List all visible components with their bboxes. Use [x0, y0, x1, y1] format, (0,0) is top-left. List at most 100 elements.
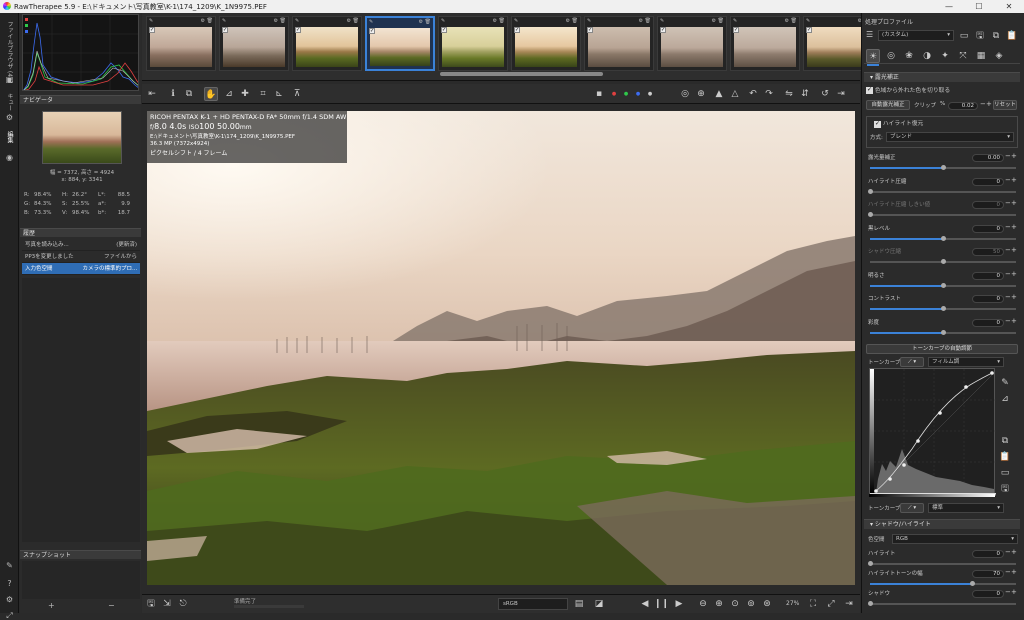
- filmstrip-scrollbar[interactable]: [440, 72, 603, 76]
- shadows-highlights-header[interactable]: ▾ シャドウ/ハイライト: [864, 519, 1020, 529]
- checkbox-checked-icon[interactable]: ✓: [514, 27, 520, 33]
- output-profile-select[interactable]: sRGB: [498, 598, 568, 610]
- info-icon[interactable]: ℹ: [166, 87, 180, 101]
- checkbox-checked-icon[interactable]: ✓: [369, 28, 375, 34]
- clip-plus[interactable]: +: [986, 100, 992, 108]
- toggle-right-panel-bottom-icon[interactable]: ⇥: [842, 597, 856, 611]
- tab-editor[interactable]: 編集: [5, 131, 14, 143]
- minimize-button[interactable]: —: [934, 0, 964, 13]
- zoom-100-icon[interactable]: ⊙: [728, 597, 742, 611]
- filmstrip-thumbnail[interactable]: ✎ ⚙ 🗑 ✓: [219, 16, 289, 71]
- decrement-button[interactable]: −: [1005, 246, 1011, 254]
- slider-handle[interactable]: [868, 561, 873, 566]
- slider-track[interactable]: [870, 581, 1016, 586]
- transform-tab-icon[interactable]: ⤧: [956, 49, 970, 63]
- checkbox-checked-icon[interactable]: ✓: [441, 27, 447, 33]
- rotate-left-icon[interactable]: ↶: [746, 87, 760, 101]
- curve-paste-icon[interactable]: 📋: [998, 450, 1012, 464]
- history-row[interactable]: PP3を変更しました ファイルから: [22, 251, 140, 263]
- profile-select[interactable]: (カスタム) ▾: [878, 30, 954, 41]
- history-row[interactable]: 写真を読み込み... (更新済): [22, 239, 140, 251]
- filmstrip-thumbnail[interactable]: ✎ ⚙ 🗑 ✓: [657, 16, 727, 71]
- filmstrip-thumbnail[interactable]: ✎ ⚙ 🗑 ✓: [146, 16, 216, 71]
- checkbox-checked-icon[interactable]: ✓: [660, 27, 666, 33]
- slider-handle[interactable]: [941, 306, 946, 311]
- slider-handle[interactable]: [941, 235, 946, 241]
- gamut-check-icon[interactable]: ◪: [592, 597, 606, 611]
- increment-button[interactable]: +: [1011, 588, 1017, 596]
- slider-track[interactable]: [870, 259, 1016, 264]
- curve-edit-node-icon[interactable]: ⊿: [998, 392, 1012, 406]
- slider-handle[interactable]: [868, 188, 873, 194]
- copy-profile-icon[interactable]: ⧉: [989, 29, 1003, 43]
- slider-track[interactable]: [868, 212, 1016, 217]
- profile-list-icon[interactable]: ☰: [866, 30, 876, 40]
- paste-profile-icon[interactable]: 📋: [1005, 29, 1019, 43]
- metadata-tab-icon[interactable]: ◈: [992, 49, 1006, 63]
- method-select[interactable]: ブレンド ▾: [886, 132, 1014, 142]
- slider-value[interactable]: 0.00: [972, 154, 1004, 162]
- checkbox-checked-icon[interactable]: ✓: [733, 27, 739, 33]
- sharpening-mask-icon[interactable]: ⊕: [694, 87, 708, 101]
- focus-mask-icon[interactable]: ◎: [678, 87, 692, 101]
- flip-vertical-icon[interactable]: ⇵: [798, 87, 812, 101]
- clip-out-of-gamut-row[interactable]: ✓ 色域から外れた色を切り取る: [866, 86, 1018, 96]
- curve2-edit-button[interactable]: ⟋ ▾: [900, 503, 924, 513]
- rotate-ccw-icon[interactable]: ↺: [818, 87, 832, 101]
- slider-track[interactable]: [868, 188, 1016, 194]
- checkbox-checked-icon[interactable]: ✓: [806, 27, 812, 33]
- tab-file-browser[interactable]: ファイルブラウザ (41): [5, 21, 14, 83]
- external-editor-icon[interactable]: ⎋: [176, 597, 190, 611]
- exposure-section-header[interactable]: ▾ 露光補正: [864, 72, 1020, 82]
- rotate-right-icon[interactable]: ↷: [762, 87, 776, 101]
- decrement-button[interactable]: −: [1005, 270, 1011, 278]
- exposure-tab-icon[interactable]: ☀: [866, 49, 880, 63]
- flip-horizontal-icon[interactable]: ⇋: [782, 87, 796, 101]
- increment-button[interactable]: +: [1011, 152, 1017, 160]
- slider-track[interactable]: [868, 561, 1016, 566]
- advanced-tab-icon[interactable]: ◑: [920, 49, 934, 63]
- color-space-select[interactable]: RGB ▾: [892, 534, 1018, 544]
- soft-proof-icon[interactable]: ▤: [572, 597, 586, 611]
- increment-button[interactable]: +: [1011, 270, 1017, 278]
- slider-track[interactable]: [870, 235, 1016, 241]
- zoom-out-icon[interactable]: ⊖: [696, 597, 710, 611]
- next-image-icon[interactable]: ▶: [672, 597, 686, 611]
- fullscreen-toggle-icon[interactable]: ⤢: [824, 597, 838, 611]
- decrement-button[interactable]: −: [1005, 176, 1011, 184]
- slider-handle[interactable]: [868, 601, 873, 606]
- slider-track[interactable]: [870, 282, 1016, 288]
- filmstrip-thumbnail[interactable]: ✎ ⚙ 🗑 ✓: [584, 16, 654, 71]
- help-icon[interactable]: ?: [5, 579, 14, 588]
- slider-value[interactable]: 0: [972, 201, 1004, 209]
- curve-edit-point-icon[interactable]: ✎: [998, 376, 1012, 390]
- curve1-edit-button[interactable]: ⟋ ▾: [900, 357, 924, 367]
- slider-value[interactable]: 0: [972, 295, 1004, 303]
- increment-button[interactable]: +: [1011, 317, 1017, 325]
- slider-track[interactable]: [870, 329, 1016, 335]
- new-detail-window-icon[interactable]: ⛶: [806, 597, 820, 611]
- filmstrip-thumbnail[interactable]: ✎ ⚙ 🗑 ✓: [511, 16, 581, 71]
- slider-value[interactable]: 0: [972, 550, 1004, 558]
- hand-tool-icon[interactable]: ✋: [204, 87, 218, 101]
- open-profile-icon[interactable]: ▭: [957, 29, 971, 43]
- clip-value[interactable]: 0.02: [948, 102, 978, 110]
- straighten-icon[interactable]: ⊾: [272, 87, 286, 101]
- slider-value[interactable]: 0: [972, 590, 1004, 598]
- checkbox-checked-icon[interactable]: ✓: [866, 87, 873, 94]
- slider-value[interactable]: 50: [972, 248, 1004, 256]
- navigator-thumbnail[interactable]: [42, 111, 122, 164]
- decrement-button[interactable]: −: [1005, 548, 1011, 556]
- close-button[interactable]: ✕: [994, 0, 1024, 13]
- save-profile-icon[interactable]: 🖫: [973, 29, 987, 43]
- white-balance-picker-icon[interactable]: ⊿: [222, 87, 236, 101]
- save-icon[interactable]: 🖫: [144, 597, 158, 611]
- before-after-icon[interactable]: ⧉: [182, 87, 196, 101]
- slider-handle[interactable]: [970, 581, 975, 586]
- auto-tone-curve-button[interactable]: トーンカーブの自動調節: [866, 344, 1018, 354]
- decrement-button[interactable]: −: [1005, 588, 1011, 596]
- main-preview[interactable]: [147, 111, 855, 585]
- slider-value[interactable]: 0: [972, 318, 1004, 327]
- preferences-icon[interactable]: ✎: [5, 561, 14, 570]
- color-picker-icon[interactable]: ✚: [238, 87, 252, 101]
